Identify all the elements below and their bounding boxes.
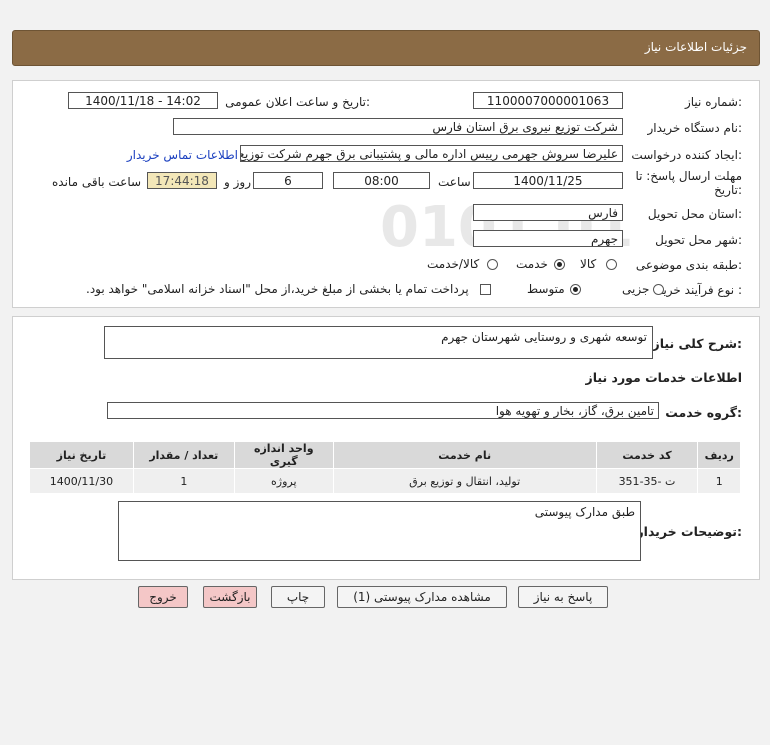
back-button[interactable]: بازگشت	[203, 586, 257, 608]
col-quantity: تعداد / مقدار	[132, 441, 235, 469]
payment-note: پرداخت تمام یا بخشی از مبلغ خرید،از محل …	[86, 282, 469, 296]
buyer-notes-box: طبق مدارک پیوستی	[118, 501, 641, 561]
deadline-time-label: ساعت	[438, 175, 471, 189]
purchase-radio-medium[interactable]	[570, 284, 581, 295]
purchase-type-label: نوع فرآیند خرید :	[657, 283, 742, 297]
category-option-goods-service: کالا/خدمت	[427, 257, 480, 271]
view-attachments-button[interactable]: مشاهده مدارک پیوستی (1)	[337, 586, 507, 608]
category-radio-goods[interactable]	[606, 259, 617, 270]
category-radio-goods-service[interactable]	[487, 259, 498, 270]
deadline-time-field: 08:00	[333, 172, 430, 189]
province-field: فارس	[473, 204, 623, 221]
page-header: جزئیات اطلاعات نیاز	[12, 30, 760, 66]
buyer-notes-label: توضیحات خریدار:	[636, 524, 742, 539]
deadline-label-1: مهلت ارسال پاسخ: تا	[635, 169, 742, 183]
requester-field: علیرضا سروش جهرمی رییس اداره مالی و پشتی…	[240, 145, 623, 162]
services-heading: اطلاعات خدمات مورد نیاز	[585, 370, 743, 385]
city-label: شهر محل تحویل:	[655, 233, 742, 247]
deadline-date-field: 1400/11/25	[473, 172, 623, 189]
announce-field: 1400/11/18 - 14:02	[68, 92, 218, 109]
reply-button[interactable]: پاسخ به نیاز	[518, 586, 608, 608]
exit-button[interactable]: خروج	[138, 586, 188, 608]
city-field: جهرم	[473, 230, 623, 247]
buyer-org-label: نام دستگاه خریدار:	[647, 121, 743, 135]
contact-buyer-link[interactable]: اطلاعات تماس خریدار	[127, 148, 238, 162]
announce-label: تاریخ و ساعت اعلان عمومی:	[225, 95, 370, 109]
deadline-label-2: تاریخ:	[714, 183, 742, 197]
cell-service-code: ت -35-351	[595, 468, 699, 494]
page-title: جزئیات اطلاعات نیاز	[644, 40, 747, 54]
print-button[interactable]: چاپ	[271, 586, 325, 608]
cell-need-date: 1400/11/30	[29, 468, 134, 494]
days-label: روز و	[224, 175, 251, 189]
summary-label: شرح کلی نیاز:	[652, 336, 743, 351]
days-field: 6	[253, 172, 323, 189]
col-need-date: تاریخ نیاز	[29, 441, 134, 469]
col-service-code: کد خدمت	[595, 441, 699, 469]
category-option-service: خدمت	[516, 257, 548, 271]
col-service-name: نام خدمت	[332, 441, 597, 469]
province-label: استان محل تحویل:	[647, 207, 742, 221]
col-row-number: ردیف	[697, 441, 741, 469]
purchase-option-minor: جزیی	[622, 282, 650, 296]
cell-quantity: 1	[132, 468, 235, 494]
requester-label: ایجاد کننده درخواست:	[631, 148, 742, 162]
table-row: 1 ت -35-351 تولید، انتقال و توزیع برق پر…	[29, 468, 741, 494]
table-header-row: ردیف کد خدمت نام خدمت واحد اندازه گیری ت…	[29, 441, 741, 469]
summary-box: توسعه شهری و روستایی شهرستان جهرم	[104, 326, 653, 359]
service-group-field: تامین برق، گاز، بخار و تهویه هوا	[107, 402, 659, 419]
service-group-label: گروه خدمت:	[665, 405, 742, 420]
purchase-option-medium: متوسط	[527, 282, 565, 296]
purchase-radio-minor[interactable]	[653, 284, 664, 295]
remaining-label: ساعت باقی مانده	[52, 175, 142, 189]
category-label: طبقه بندی موضوعی:	[635, 258, 742, 272]
buyer-org-field: شرکت توزیع نیروی برق استان فارس	[173, 118, 623, 135]
remaining-time-field: 17:44:18	[147, 172, 217, 189]
need-number-label: شماره نیاز:	[684, 95, 742, 109]
col-unit: واحد اندازه گیری	[233, 441, 334, 469]
services-table: ردیف کد خدمت نام خدمت واحد اندازه گیری ت…	[29, 441, 741, 494]
cell-row-number: 1	[697, 468, 741, 494]
category-radio-service[interactable]	[554, 259, 565, 270]
info-panel	[12, 80, 760, 308]
cell-unit: پروژه	[233, 468, 334, 494]
category-option-goods: کالا	[580, 257, 597, 271]
need-number-field: 1100007000001063	[473, 92, 623, 109]
treasury-payment-checkbox[interactable]	[480, 284, 491, 295]
cell-service-name: تولید، انتقال و توزیع برق	[332, 468, 597, 494]
